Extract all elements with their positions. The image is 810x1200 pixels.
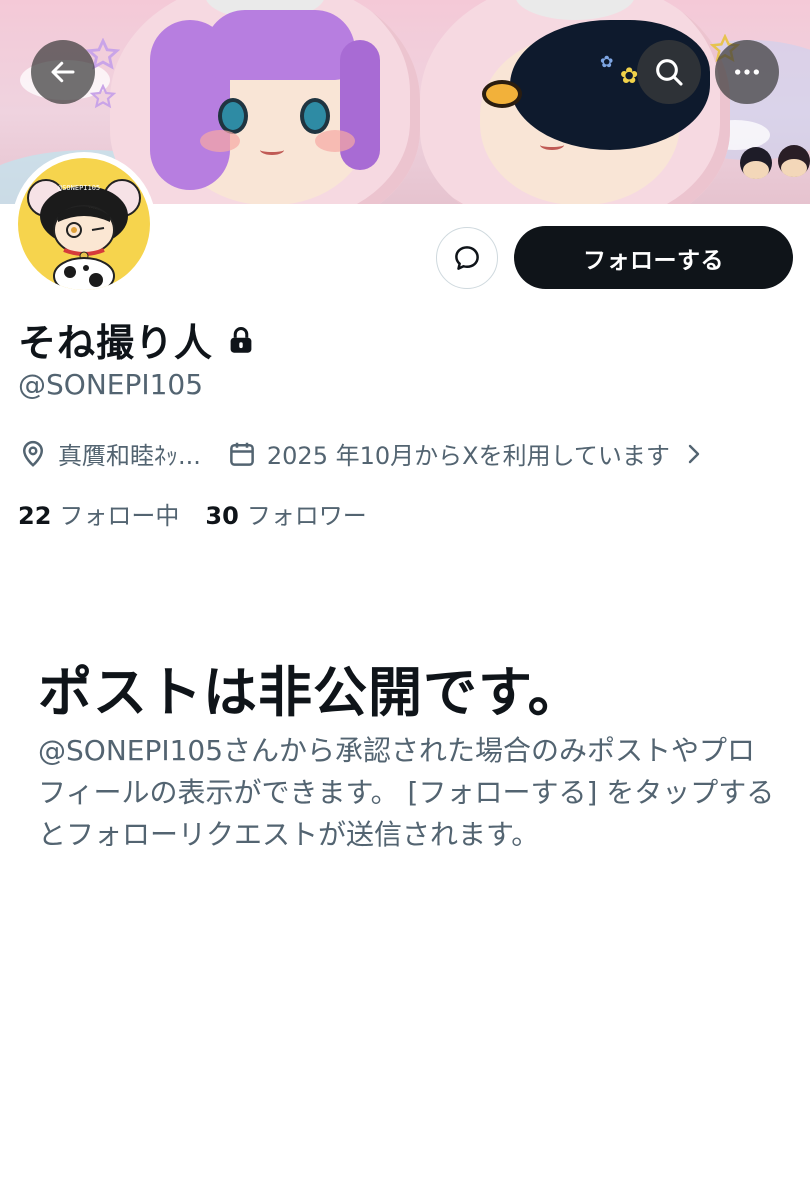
plush-doll-black: ✿ ✿ bbox=[420, 0, 730, 204]
display-name-row: そね撮り人 bbox=[18, 312, 255, 367]
mini-figures bbox=[738, 145, 810, 204]
message-button[interactable] bbox=[436, 227, 498, 289]
avatar-illustration bbox=[27, 179, 141, 290]
profile-meta[interactable]: 真贋和睦ﾈｯ... 2025 年10月からXを利用しています bbox=[18, 436, 704, 471]
search-icon bbox=[656, 59, 683, 86]
display-name: そね撮り人 bbox=[18, 321, 214, 365]
following-count: 22 bbox=[18, 502, 52, 530]
following-label: フォロー中 bbox=[59, 502, 180, 530]
joined-date-text: 2025 年10月からXを利用しています bbox=[266, 442, 670, 470]
plush-doll-purple bbox=[110, 0, 420, 204]
protected-posts-message: @SONEPI105さんから承認された場合のみポストやプロフィールの表示ができま… bbox=[38, 734, 775, 851]
calendar-icon bbox=[230, 442, 254, 466]
joined-date-item: 2025 年10月からXを利用しています bbox=[227, 436, 670, 471]
message-bubble-icon bbox=[455, 246, 479, 270]
star-decoration-icon bbox=[90, 84, 116, 109]
followers-label: フォロワー bbox=[246, 502, 367, 530]
avatar-image: @SONEPI105 bbox=[18, 158, 150, 290]
following-link[interactable]: 22 フォロー中 bbox=[18, 496, 179, 531]
user-handle: @SONEPI105 bbox=[18, 368, 204, 401]
avatar[interactable]: @SONEPI105 bbox=[12, 152, 156, 296]
follow-button[interactable]: フォローする bbox=[514, 226, 793, 289]
arrow-left-icon bbox=[51, 61, 75, 83]
location-text: 真贋和睦ﾈｯ... bbox=[58, 442, 201, 470]
location-pin-icon bbox=[22, 440, 44, 467]
back-button[interactable] bbox=[31, 40, 95, 104]
followers-link[interactable]: 30 フォロワー bbox=[205, 496, 366, 531]
more-options-button[interactable] bbox=[715, 40, 779, 104]
follow-stats: 22 フォロー中 30 フォロワー bbox=[18, 496, 367, 531]
more-horizontal-icon bbox=[735, 69, 759, 75]
followers-count: 30 bbox=[205, 502, 239, 530]
protected-posts-title: ポストは非公開です。 bbox=[38, 661, 583, 724]
chevron-right-icon[interactable] bbox=[684, 442, 704, 466]
location-item: 真贋和睦ﾈｯ... bbox=[18, 436, 201, 471]
avatar-watermark: @SONEPI105 bbox=[58, 184, 101, 192]
lock-icon bbox=[227, 325, 255, 355]
search-button[interactable] bbox=[637, 40, 701, 104]
